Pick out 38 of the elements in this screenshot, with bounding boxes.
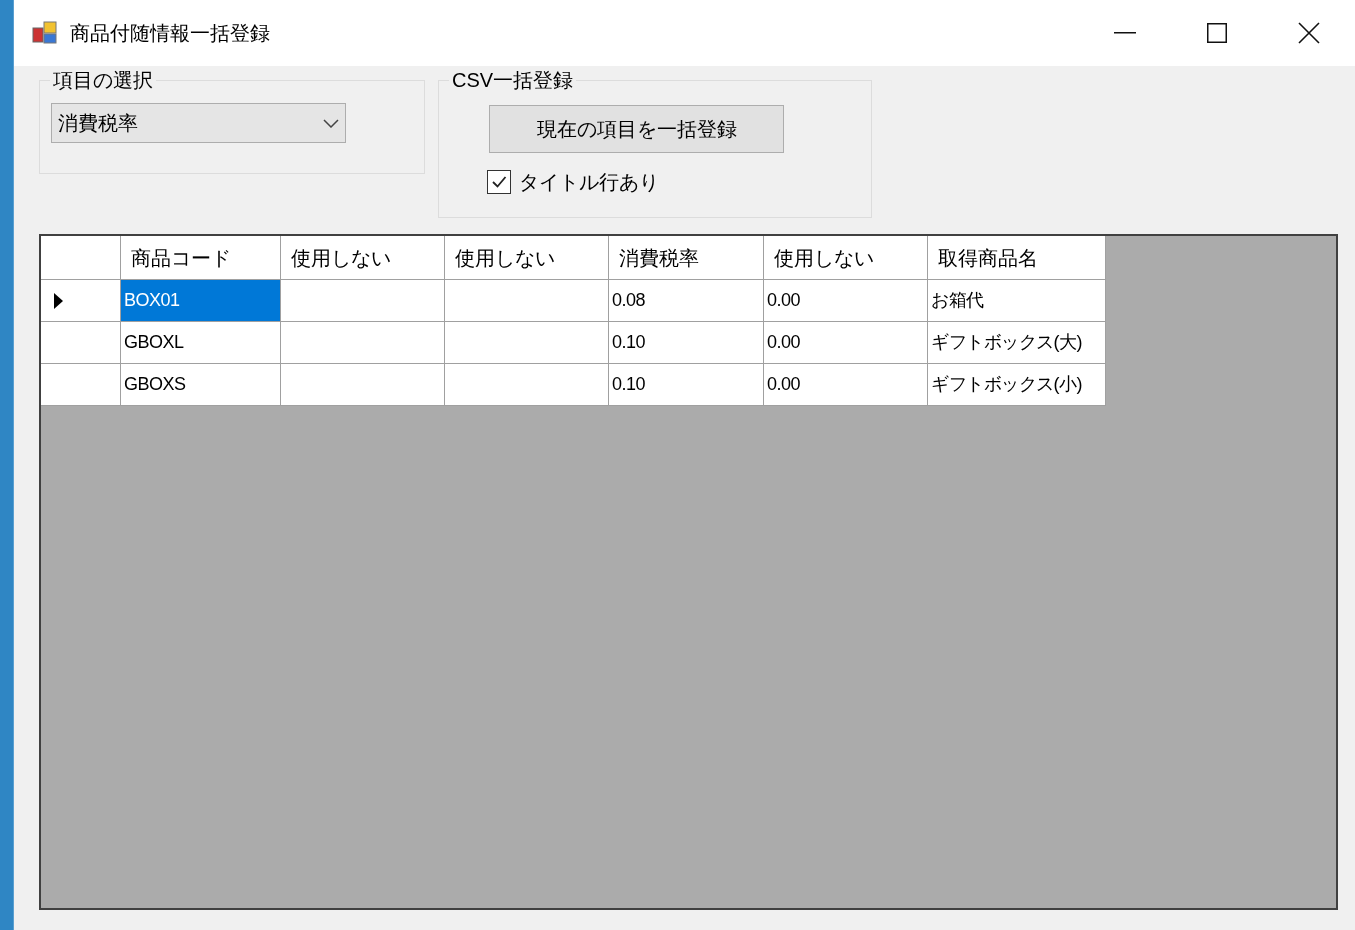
column-header[interactable]: 使用しない [764,236,928,280]
minimize-icon [1114,32,1136,34]
close-icon [1298,22,1320,44]
table-cell[interactable]: 0.00 [764,280,928,322]
group-title: 項目の選択 [50,67,156,93]
row-header[interactable] [41,280,121,322]
column-header[interactable]: 商品コード [121,236,281,280]
table-cell[interactable]: ギフトボックス(小) [928,364,1106,406]
table-cell[interactable]: お箱代 [928,280,1106,322]
window-title: 商品付随情報一括登録 [70,21,270,46]
table-cell[interactable]: 0.00 [764,322,928,364]
maximize-icon [1207,23,1227,43]
table-cell[interactable] [281,364,445,406]
column-header[interactable]: 使用しない [445,236,609,280]
table-cell[interactable]: GBOXS [121,364,281,406]
dropdown[interactable]: 消費税率 [51,103,346,143]
app-icon [32,20,58,46]
table-cell[interactable] [445,280,609,322]
chevron-down-icon [323,118,339,128]
table-cell[interactable]: 0.10 [609,364,764,406]
column-header[interactable]: 使用しない [281,236,445,280]
column-header[interactable]: 取得商品名 [928,236,1106,280]
table-cell[interactable]: 0.08 [609,280,764,322]
register-button[interactable]: 現在の項目を一括登録 [489,105,784,153]
table-cell[interactable] [281,280,445,322]
table-cell[interactable]: 0.00 [764,364,928,406]
current-row-icon [54,292,63,309]
table-cell[interactable]: ギフトボックス(大) [928,322,1106,364]
table-cell[interactable]: BOX01 [121,280,281,322]
table-cell[interactable]: 0.10 [609,322,764,364]
checkbox[interactable] [487,170,511,194]
table-cell[interactable] [445,322,609,364]
column-header[interactable]: 消費税率 [609,236,764,280]
table-cell[interactable] [281,322,445,364]
group-title: CSV一括登録 [449,67,577,93]
checkbox-label: タイトル行あり [519,170,659,195]
table-cell[interactable] [445,364,609,406]
table-cell[interactable]: GBOXL [121,322,281,364]
